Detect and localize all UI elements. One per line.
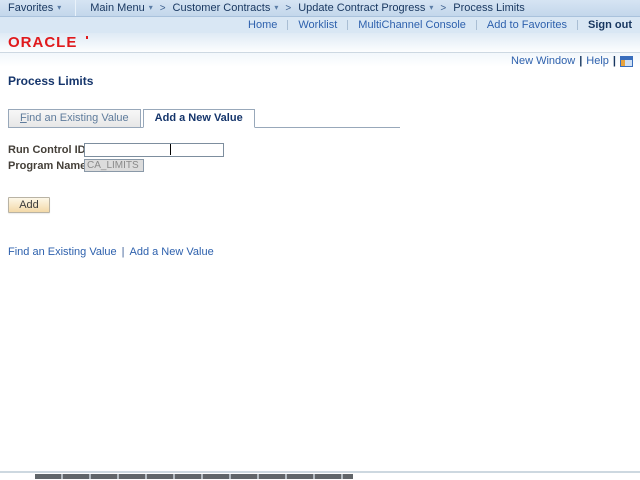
worklist-link[interactable]: Worklist [298,19,337,31]
chevron-down-icon: ▾ [57,3,62,12]
text-cursor [170,144,171,155]
tab-label: Add a New Value [154,112,243,124]
portal-links-bar: Home Worklist MultiChannel Console Add t… [0,17,640,33]
multichannel-console-link[interactable]: MultiChannel Console [358,19,466,31]
home-link[interactable]: Home [248,19,277,31]
add-to-favorites-link[interactable]: Add to Favorites [487,19,567,31]
program-name-field [84,159,144,172]
sign-out-link[interactable]: Sign out [588,19,632,31]
breadcrumb-label: Update Contract Progress [298,2,426,14]
footer-links: Find an Existing Value | Add a New Value [8,246,214,258]
personalize-page-icon[interactable] [620,55,633,67]
breadcrumb-item-process-limits[interactable]: Process Limits [453,2,525,14]
page-title: Process Limits [8,74,94,88]
breadcrumb-separator: > [285,2,292,14]
tab-find-an-existing-value[interactable]: Find an Existing Value [8,109,141,128]
chevron-down-icon: ▾ [148,3,153,12]
links-divider [577,20,578,30]
links-divider [347,20,349,30]
new-window-link[interactable]: New Window [511,55,575,67]
utility-divider: | [612,55,616,67]
main-menu[interactable]: Main Menu ▾ [90,2,152,14]
logo-band: ORACLE [0,33,640,53]
tab-add-a-new-value[interactable]: Add a New Value [142,109,255,128]
bottom-divider-line [0,471,640,473]
favorites-menu[interactable]: Favorites ▾ [8,2,61,14]
main-menu-label: Main Menu [90,2,145,14]
run-control-id-label: Run Control ID: [8,144,90,156]
breadcrumb-label: Customer Contracts [172,2,271,14]
utility-divider: | [579,55,583,67]
bottom-segmented-strip [35,474,353,479]
oracle-logo: ORACLE [8,34,78,51]
footer-divider: | [121,246,125,258]
breadcrumb-label: Process Limits [453,2,525,14]
breadcrumb-item-update-contract-progress[interactable]: Update Contract Progress ▾ [298,2,433,14]
breadcrumb-divider [75,0,77,16]
help-link[interactable]: Help [586,55,609,67]
footer-find-existing-value-link[interactable]: Find an Existing Value [8,246,117,258]
links-divider [475,20,477,30]
breadcrumb-separator: > [440,2,447,14]
oracle-logo-trademark [86,36,88,39]
run-control-id-field[interactable] [84,143,224,157]
program-name-label: Program Name: [8,159,90,172]
chevron-down-icon: ▾ [429,3,434,12]
breadcrumb-separator: > [159,2,166,14]
chevron-down-icon: ▾ [274,3,279,12]
footer-add-new-value-link[interactable]: Add a New Value [130,246,214,258]
tab-label: Find an Existing Value [20,112,129,124]
tab-bar: Find an Existing Value Add a New Value [8,109,400,128]
utility-links: New Window | Help | [511,55,633,67]
links-divider [287,20,289,30]
add-button[interactable]: Add [8,197,50,213]
add-new-value-form: Run Control ID: Program Name: [8,143,224,174]
breadcrumb-bar: Favorites ▾ Main Menu ▾ > Customer Contr… [0,0,640,17]
breadcrumb-item-customer-contracts[interactable]: Customer Contracts ▾ [173,2,279,14]
favorites-label: Favorites [8,2,54,14]
